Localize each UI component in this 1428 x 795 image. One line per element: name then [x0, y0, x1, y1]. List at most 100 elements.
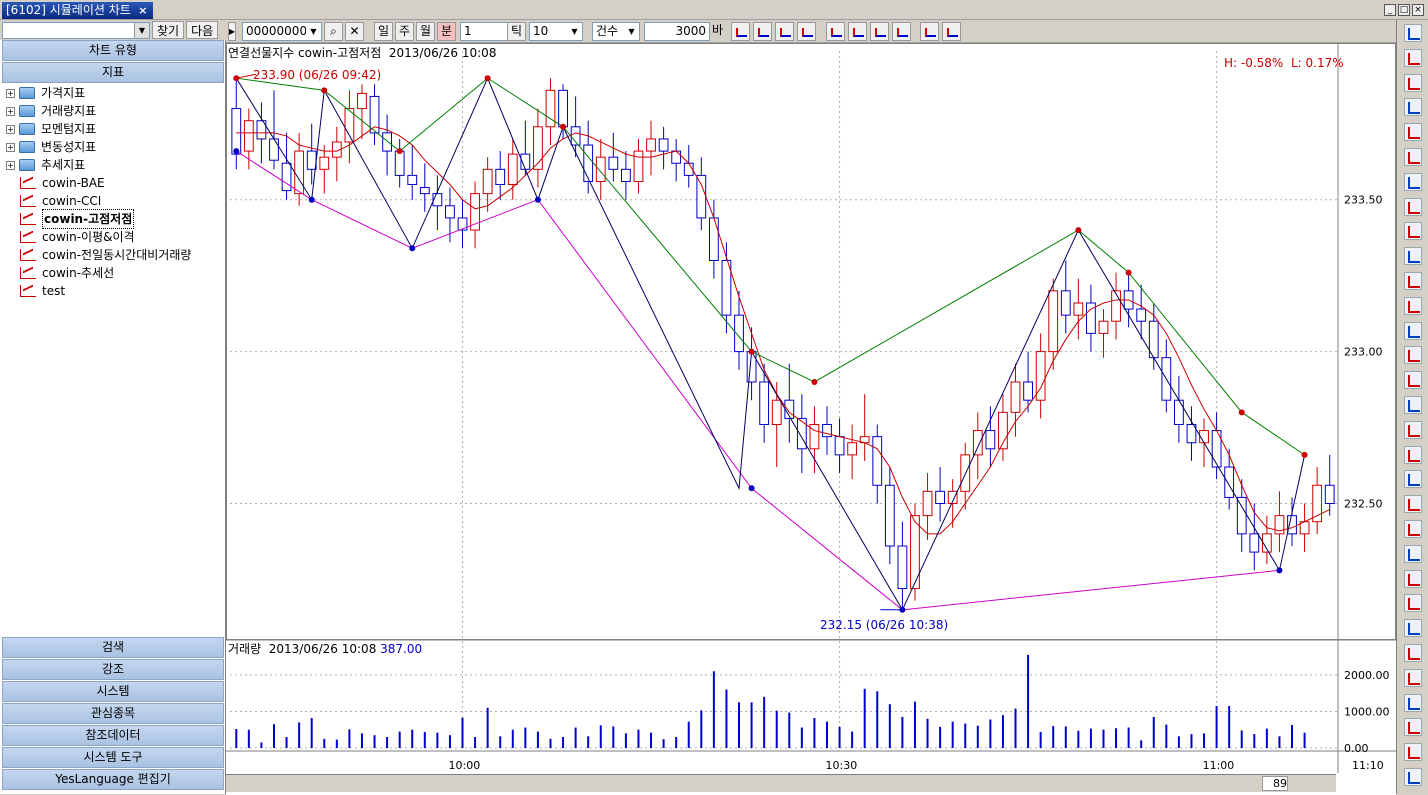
copy-icon[interactable] — [826, 22, 845, 41]
period-month-button[interactable]: 월 — [416, 22, 435, 41]
drawing-tool-icon[interactable] — [1404, 396, 1422, 414]
indicator-icon — [20, 195, 36, 207]
drawing-tool-icon[interactable] — [1404, 371, 1422, 390]
close-icon[interactable]: × — [137, 5, 149, 17]
chart-area[interactable]: 233.50 233.00 232.50 2000.00 1000.00 0.00 10:0… — [226, 43, 1396, 795]
tree-indicator[interactable]: cowin-추세선 — [0, 264, 224, 282]
bottom-section-button[interactable]: 관심종목 — [2, 703, 224, 724]
drawing-tool-icon[interactable] — [1404, 569, 1422, 588]
chevron-down-icon[interactable]: ▼ — [567, 23, 582, 40]
drawing-tool-icon[interactable] — [1404, 222, 1422, 241]
expand-icon[interactable]: + — [6, 88, 15, 98]
expand-icon[interactable]: + — [6, 106, 15, 116]
code-select[interactable]: 00000000 ▼ — [242, 22, 322, 41]
drawing-tool-icon[interactable] — [1404, 445, 1422, 464]
drawing-tool-icon[interactable] — [1404, 544, 1422, 563]
search-icon[interactable]: ⌕ — [324, 22, 343, 41]
save-icon[interactable] — [920, 22, 939, 41]
drawing-toolbar — [1396, 20, 1428, 794]
candle-icon[interactable] — [753, 22, 772, 41]
drawing-tool-icon[interactable] — [1404, 346, 1422, 365]
chevron-down-icon[interactable]: ▼ — [134, 22, 149, 38]
bottom-section-button[interactable]: 참조데이터 — [2, 725, 224, 746]
expand-icon[interactable]: + — [6, 142, 15, 152]
indicator-search-input[interactable]: ▼ — [2, 21, 150, 39]
drawing-tool-icon[interactable] — [1404, 123, 1422, 142]
tree-indicator[interactable]: test — [0, 282, 224, 300]
minimize-icon[interactable]: _ — [1384, 4, 1396, 16]
drawing-tool-icon[interactable] — [1404, 247, 1422, 266]
drawing-tool-icon[interactable] — [1404, 148, 1422, 166]
chart-style-icon[interactable] — [731, 22, 750, 41]
chevron-down-icon[interactable]: ▼ — [306, 23, 321, 40]
export-icon[interactable] — [870, 22, 889, 41]
restore-icon[interactable]: □ — [1398, 4, 1410, 16]
drawing-tool-icon[interactable] — [1404, 520, 1422, 538]
drawing-tool-icon[interactable] — [1404, 272, 1422, 290]
tree-item-label: cowin-BAE — [42, 176, 105, 190]
drawing-tool-icon[interactable] — [1404, 197, 1422, 216]
tree-folder[interactable]: + 거래량지표 — [0, 102, 224, 120]
tree-folder[interactable]: + 가격지표 — [0, 84, 224, 102]
drawing-tool-icon[interactable] — [1404, 321, 1422, 340]
count-select[interactable]: 건수 ▼ — [592, 22, 640, 41]
tree-folder[interactable]: + 변동성지표 — [0, 138, 224, 156]
tree-indicator[interactable]: cowin-이평&이격 — [0, 228, 224, 246]
bottom-section-button[interactable]: YesLanguage 편집기 — [2, 769, 224, 790]
bottom-section-button[interactable]: 시스템 — [2, 681, 224, 702]
edit-icon[interactable] — [942, 22, 961, 41]
tree-indicator[interactable]: cowin-BAE — [0, 174, 224, 192]
bottom-section-button[interactable]: 검색 — [2, 637, 224, 658]
close-window-icon[interactable]: × — [1412, 4, 1424, 16]
time-tick-label: 10:00 — [449, 759, 481, 772]
zoom-count[interactable]: 89 — [1262, 776, 1288, 791]
drawing-tool-icon[interactable] — [1404, 420, 1422, 439]
delete-icon[interactable] — [892, 22, 911, 41]
period-week-button[interactable]: 주 — [395, 22, 414, 41]
drawing-tool-icon[interactable] — [1404, 644, 1422, 662]
next-button[interactable]: 다음 — [186, 21, 219, 39]
drawing-tool-icon[interactable] — [1404, 768, 1422, 786]
bar-chart-icon[interactable] — [775, 22, 794, 41]
drawing-tool-icon[interactable] — [1404, 172, 1422, 191]
indicator-section[interactable]: 지표 — [2, 62, 224, 83]
tree-item-label: cowin-이평&이격 — [42, 230, 135, 244]
chart-scrollbar[interactable] — [226, 774, 1336, 792]
drawing-tool-icon[interactable] — [1404, 24, 1422, 42]
tree-indicator[interactable]: cowin-고점저점 — [0, 209, 224, 229]
swing-low-line — [236, 150, 1280, 611]
drawing-tool-icon[interactable] — [1404, 668, 1422, 687]
drawing-tool-icon[interactable] — [1404, 594, 1422, 613]
expand-icon[interactable]: + — [6, 124, 15, 134]
tree-indicator[interactable]: cowin-전일동시간대비거래량 — [0, 246, 224, 264]
toolbar-arrow-icon[interactable]: ▸ — [228, 22, 236, 41]
window-tab[interactable]: [6102] 시뮬레이션 차트 × — [2, 2, 153, 19]
tree-folder[interactable]: + 추세지표 — [0, 156, 224, 174]
drawing-tool-icon[interactable] — [1404, 619, 1422, 638]
drawing-tool-icon[interactable] — [1404, 495, 1422, 514]
drawing-tool-icon[interactable] — [1404, 98, 1422, 117]
remove-icon[interactable]: ✕ — [345, 22, 364, 41]
period-day-button[interactable]: 일 — [374, 22, 393, 41]
bottom-section-button[interactable]: 시스템 도구 — [2, 747, 224, 768]
drawing-tool-icon[interactable] — [1404, 73, 1422, 92]
chart-type-section[interactable]: 차트 유형 — [2, 40, 224, 61]
drawing-tool-icon[interactable] — [1404, 693, 1422, 712]
tree-indicator[interactable]: cowin-CCI — [0, 192, 224, 210]
drawing-tool-icon[interactable] — [1404, 743, 1422, 762]
drawing-tool-icon[interactable] — [1404, 718, 1422, 737]
drawing-tool-icon[interactable] — [1404, 48, 1422, 67]
period-tick-button[interactable]: 틱 — [507, 22, 526, 41]
period-minute-button[interactable]: 분 — [437, 22, 456, 41]
count-input[interactable]: 3000 — [644, 22, 710, 41]
drawing-tool-icon[interactable] — [1404, 296, 1422, 315]
bottom-section-button[interactable]: 강조 — [2, 659, 224, 680]
drawing-tool-icon[interactable] — [1404, 470, 1422, 489]
tick-select[interactable]: 10 ▼ — [529, 22, 583, 41]
chevron-down-icon[interactable]: ▼ — [624, 23, 639, 40]
find-button[interactable]: 찾기 — [152, 21, 185, 39]
print-icon[interactable] — [848, 22, 867, 41]
expand-icon[interactable]: + — [6, 160, 15, 170]
sort-icon[interactable] — [797, 22, 816, 41]
tree-folder[interactable]: + 모멘텀지표 — [0, 120, 224, 138]
